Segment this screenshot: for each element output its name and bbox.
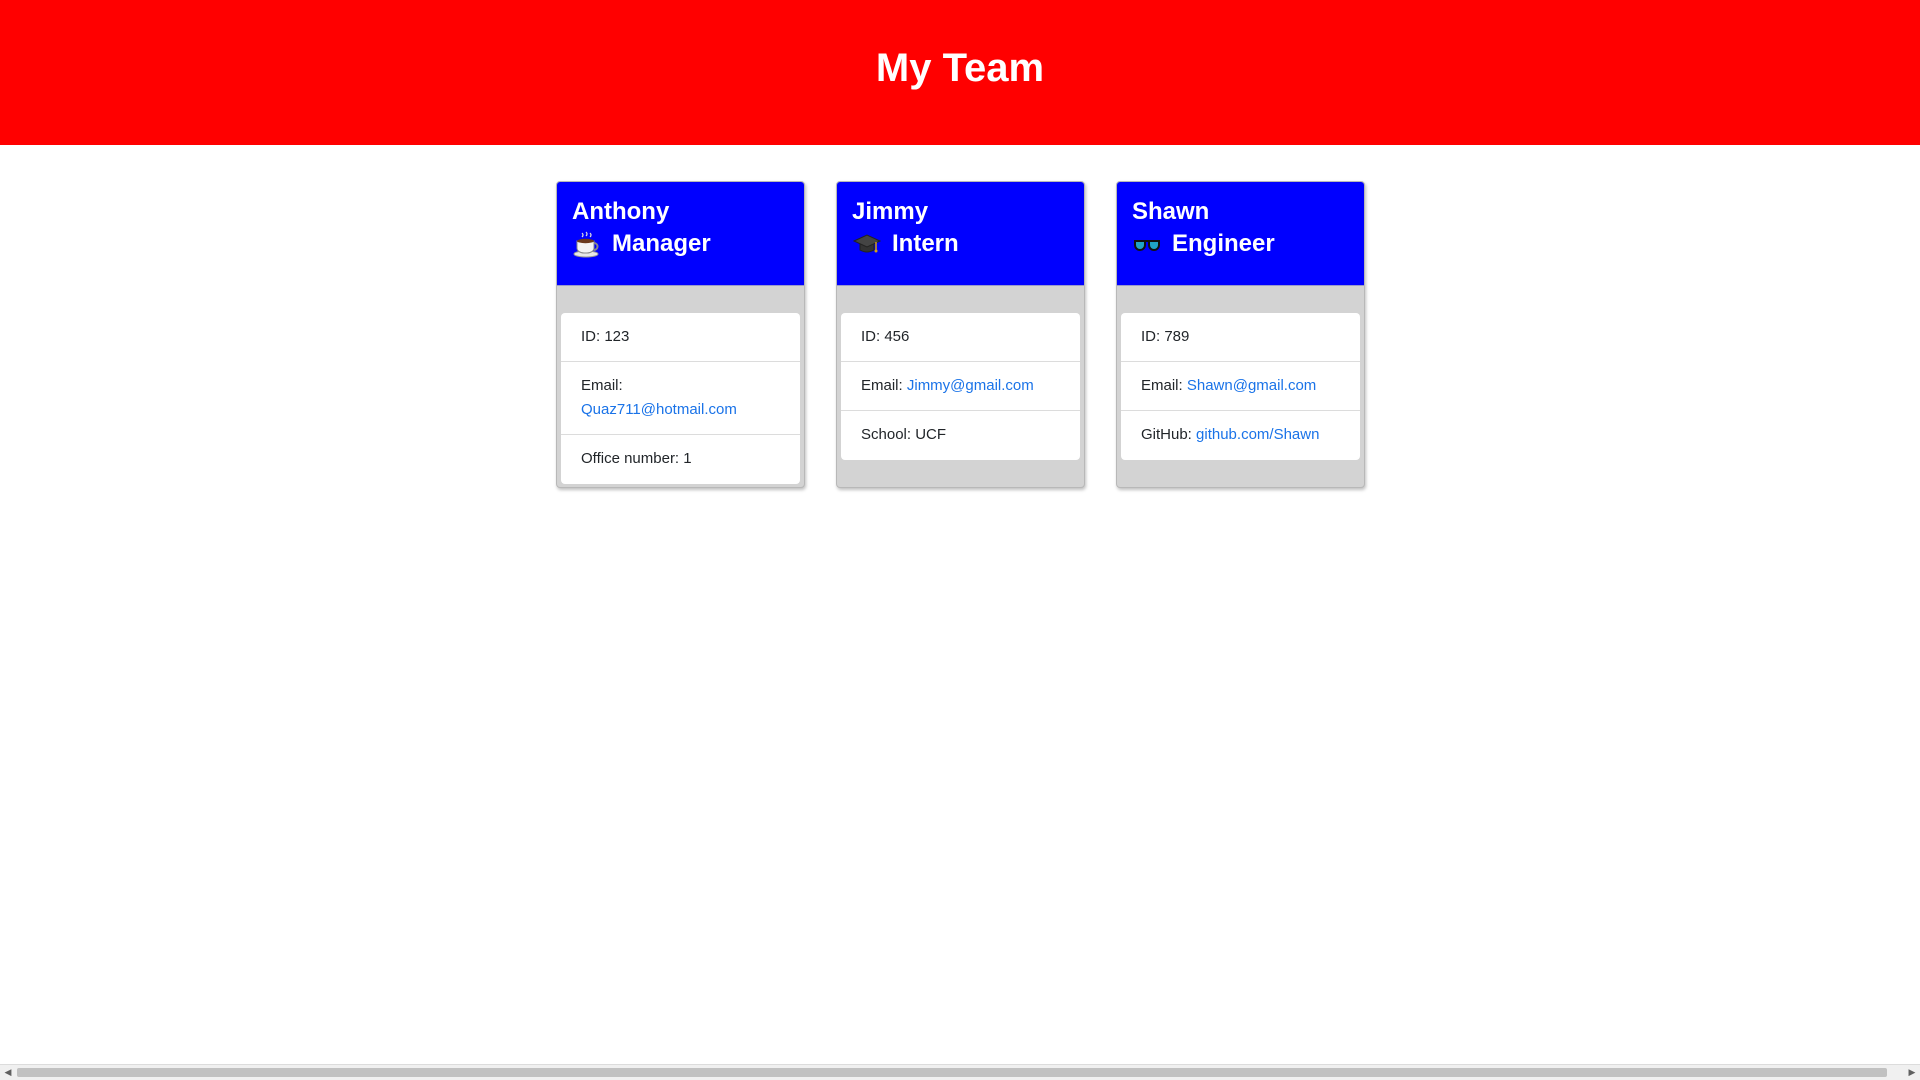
- github-label: GitHub:: [1141, 426, 1192, 443]
- employee-card-intern: Jimmy Intern ID: 456 Email: Jimmy@gmail.…: [836, 181, 1085, 488]
- employee-id: ID: 123: [561, 313, 800, 362]
- employee-email: Email: Quaz711@hotmail.com: [561, 362, 800, 435]
- employee-role: Engineer: [1132, 227, 1349, 261]
- employee-id: ID: 789: [1121, 313, 1360, 362]
- employee-details: ID: 789 Email: Shawn@gmail.com GitHub: g…: [1121, 313, 1360, 460]
- email-label: Email:: [1141, 377, 1183, 394]
- team-cards: Anthony Manager ID: 123 Email: Quaz711@h…: [0, 181, 1920, 491]
- page-title: My Team: [875, 46, 1045, 90]
- coffee-cup-icon: [572, 229, 602, 259]
- github: GitHub: github.com/Shawn: [1121, 411, 1360, 460]
- email-link[interactable]: Jimmy@gmail.com: [907, 377, 1034, 394]
- employee-card-engineer: Shawn Engineer ID: 789 Email: Shawn@gmai…: [1116, 181, 1365, 488]
- github-link[interactable]: github.com/Shawn: [1196, 426, 1319, 443]
- office-number: Office number: 1: [581, 450, 692, 467]
- employee-card-manager: Anthony Manager ID: 123 Email: Quaz711@h…: [556, 181, 805, 488]
- scroll-right-arrow-icon[interactable]: ▶: [1904, 1065, 1920, 1080]
- employee-role: Intern: [852, 227, 1069, 261]
- employee-id: ID: 456: [841, 313, 1080, 362]
- email-label: Email:: [861, 377, 903, 394]
- email-link[interactable]: Shawn@gmail.com: [1187, 377, 1316, 394]
- role-label: Engineer: [1172, 230, 1275, 257]
- school: School: UCF: [861, 426, 947, 443]
- card-header: Shawn Engineer: [1117, 182, 1364, 286]
- card-header: Jimmy Intern: [837, 182, 1084, 286]
- scroll-left-arrow-icon[interactable]: ◀: [0, 1065, 16, 1080]
- horizontal-scrollbar[interactable]: ◀ ▶: [0, 1064, 1920, 1080]
- employee-name: Shawn: [1132, 198, 1210, 225]
- employee-email: Email: Jimmy@gmail.com: [841, 362, 1080, 411]
- role-label: Manager: [612, 230, 711, 257]
- graduation-cap-icon: [852, 229, 882, 259]
- employee-role: Manager: [572, 227, 789, 261]
- employee-details: ID: 123 Email: Quaz711@hotmail.com Offic…: [561, 313, 800, 484]
- page-header: My Team: [0, 0, 1920, 145]
- email-link[interactable]: Quaz711@hotmail.com: [581, 401, 737, 418]
- scrollbar-thumb[interactable]: [17, 1068, 1887, 1077]
- glasses-icon: [1132, 229, 1162, 259]
- employee-name: Jimmy: [852, 198, 929, 225]
- card-header: Anthony Manager: [557, 182, 804, 286]
- employee-name: Anthony: [572, 198, 670, 225]
- email-label: Email:: [581, 377, 623, 394]
- employee-email: Email: Shawn@gmail.com: [1121, 362, 1360, 411]
- employee-details: ID: 456 Email: Jimmy@gmail.com School: U…: [841, 313, 1080, 460]
- role-label: Intern: [892, 230, 959, 257]
